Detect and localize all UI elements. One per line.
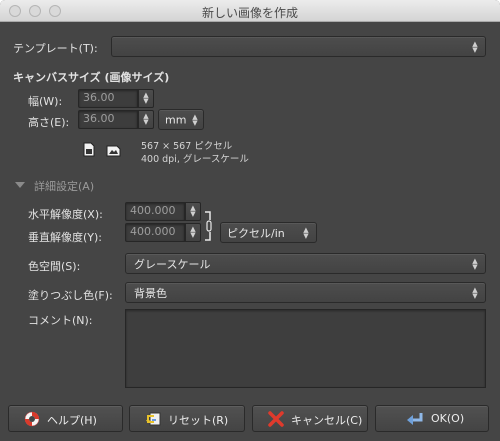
yres-spinner[interactable]: 400.000 ▲ ▼ bbox=[125, 223, 201, 242]
chevron-updown-icon: ▲ ▼ bbox=[303, 225, 309, 240]
colorspace-value: グレースケール bbox=[134, 257, 211, 271]
chevron-updown-icon: ▲ ▼ bbox=[472, 256, 478, 271]
dpi-info: 400 dpi, グレースケール bbox=[141, 154, 249, 165]
chevron-updown-icon: ▲ ▼ bbox=[192, 112, 198, 127]
template-label: テンプレート(T): bbox=[13, 42, 98, 55]
fill-label: 塗りつぶし色(F): bbox=[28, 289, 113, 302]
yres-field[interactable]: 400.000 bbox=[125, 223, 185, 242]
xres-label: 水平解像度(X): bbox=[28, 208, 103, 221]
height-spinner[interactable]: 36.00 ▲ ▼ bbox=[78, 110, 154, 129]
comment-textarea[interactable] bbox=[125, 309, 486, 388]
ok-button-label: OK(O) bbox=[431, 412, 465, 425]
fill-select[interactable]: 背景色 ▲ ▼ bbox=[125, 282, 486, 303]
yres-stepper[interactable]: ▲ ▼ bbox=[185, 223, 201, 242]
help-button-label: ヘルプ(H) bbox=[47, 414, 97, 427]
width-field[interactable]: 36.00 bbox=[78, 89, 138, 108]
chevron-updown-icon: ▲ ▼ bbox=[472, 285, 478, 300]
title-bar: 新しい画像を作成 bbox=[0, 0, 500, 22]
yres-label: 垂直解像度(Y): bbox=[28, 231, 103, 244]
reset-icon bbox=[145, 411, 161, 427]
canvas-size-heading: キャンバスサイズ (画像サイズ) bbox=[13, 71, 170, 84]
pixel-info: 567 × 567 ピクセル bbox=[141, 141, 233, 152]
cancel-x-icon bbox=[268, 411, 284, 427]
width-label: 幅(W): bbox=[28, 95, 63, 108]
chain-icon[interactable] bbox=[204, 211, 212, 241]
colorspace-label: 色空間(S): bbox=[28, 260, 81, 273]
window-title: 新しい画像を作成 bbox=[201, 6, 298, 20]
colorspace-select[interactable]: グレースケール ▲ ▼ bbox=[125, 253, 486, 274]
cancel-button-label: キャンセル(C) bbox=[291, 414, 363, 427]
enter-arrow-icon bbox=[406, 411, 423, 427]
expander-triangle-icon[interactable] bbox=[15, 182, 25, 188]
resolution-unit-value: ピクセル/in bbox=[227, 226, 285, 240]
size-unit-select[interactable]: mm ▲ ▼ bbox=[158, 109, 204, 130]
reset-button[interactable]: リセット(R) bbox=[129, 405, 245, 432]
height-stepper[interactable]: ▲ ▼ bbox=[138, 110, 154, 129]
portrait-icon[interactable] bbox=[83, 142, 95, 160]
width-spinner[interactable]: 36.00 ▲ ▼ bbox=[78, 89, 154, 108]
lifebuoy-icon bbox=[24, 411, 40, 427]
comment-label: コメント(N): bbox=[28, 314, 93, 327]
height-label: 高さ(E): bbox=[28, 116, 70, 129]
landscape-icon[interactable] bbox=[106, 145, 121, 160]
cancel-button[interactable]: キャンセル(C) bbox=[252, 405, 368, 432]
xres-spinner[interactable]: 400.000 ▲ ▼ bbox=[125, 202, 201, 221]
xres-field[interactable]: 400.000 bbox=[125, 202, 185, 221]
fill-value: 背景色 bbox=[134, 286, 167, 300]
help-button[interactable]: ヘルプ(H) bbox=[8, 405, 123, 432]
reset-button-label: リセット(R) bbox=[168, 414, 229, 427]
advanced-heading[interactable]: 詳細設定(A) bbox=[34, 178, 94, 194]
new-image-dialog: 新しい画像を作成 テンプレート(T): ▲ ▼ キャンバスサイズ (画像サイズ) … bbox=[0, 0, 500, 441]
template-select[interactable]: ▲ ▼ bbox=[111, 36, 486, 57]
resolution-unit-select[interactable]: ピクセル/in ▲ ▼ bbox=[220, 222, 317, 243]
height-field[interactable]: 36.00 bbox=[78, 110, 138, 129]
size-unit-value: mm bbox=[165, 113, 187, 126]
width-stepper[interactable]: ▲ ▼ bbox=[138, 89, 154, 108]
chevron-updown-icon: ▲ ▼ bbox=[472, 39, 478, 54]
xres-stepper[interactable]: ▲ ▼ bbox=[185, 202, 201, 221]
ok-button[interactable]: OK(O) bbox=[375, 405, 489, 432]
